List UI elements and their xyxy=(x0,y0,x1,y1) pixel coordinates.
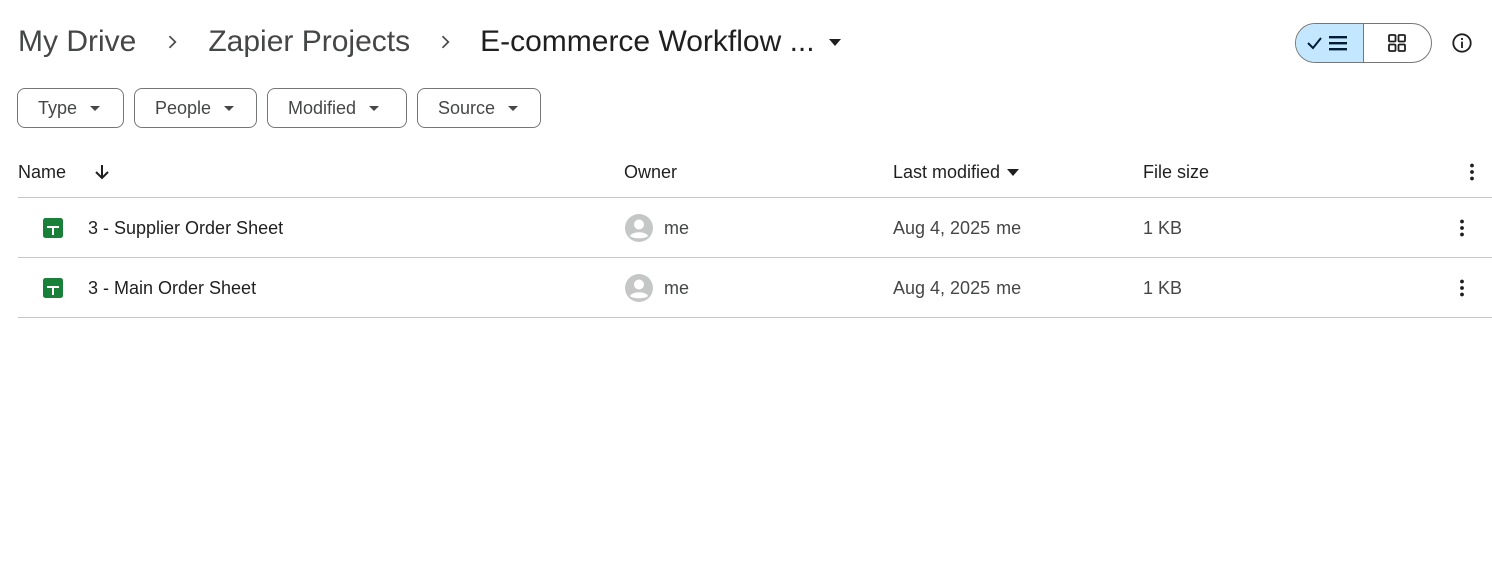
avatar-icon xyxy=(625,274,653,302)
more-vert-icon xyxy=(1460,219,1464,237)
column-header-owner: Owner xyxy=(624,161,678,182)
breadcrumb-zapier-projects[interactable]: Zapier Projects xyxy=(208,25,410,59)
chevron-right-icon xyxy=(136,20,208,64)
folder-actions-dropdown[interactable] xyxy=(815,20,855,64)
caret-down-icon xyxy=(90,106,101,111)
breadcrumb-my-drive[interactable]: My Drive xyxy=(18,25,136,59)
column-header-file-size: File size xyxy=(1143,161,1210,182)
drive-header: My Drive Zapier Projects E-commerce Work… xyxy=(0,0,1492,84)
file-list-header: Name Owner Last modified File size xyxy=(18,146,1492,198)
caret-down-icon xyxy=(828,39,841,46)
owner-cell: me xyxy=(624,258,689,318)
grid-icon xyxy=(1388,34,1407,52)
layout-toggle xyxy=(1295,23,1432,63)
modified-date: Aug 4, 2025 xyxy=(893,277,991,298)
caret-down-icon xyxy=(369,106,380,111)
more-vert-icon xyxy=(1470,163,1474,181)
column-options-button[interactable] xyxy=(1452,152,1492,192)
file-name-cell: 3 - Main Order Sheet xyxy=(42,258,256,318)
owner-name: me xyxy=(664,217,690,238)
list-layout-button[interactable] xyxy=(1296,24,1364,62)
chevron-right-icon xyxy=(410,20,480,64)
filter-chip-label: Source xyxy=(438,97,496,118)
row-actions-button[interactable] xyxy=(1442,208,1482,248)
filter-chip-label: People xyxy=(155,97,212,118)
caret-down-icon xyxy=(1007,169,1020,176)
modified-by: me xyxy=(996,277,1022,298)
file-name-cell: 3 - Supplier Order Sheet xyxy=(42,198,283,258)
table-row[interactable]: 3 - Supplier Order Sheet me Aug 4, 2025 … xyxy=(18,198,1492,258)
column-header-last-modified[interactable]: Last modified xyxy=(893,146,1020,198)
info-icon xyxy=(1452,33,1472,53)
modified-date: Aug 4, 2025 xyxy=(893,217,991,238)
row-actions-button[interactable] xyxy=(1442,268,1482,308)
caret-down-icon xyxy=(224,106,235,111)
file-list: Name Owner Last modified File size 3 - S… xyxy=(18,146,1492,318)
filter-chip-label: Type xyxy=(38,97,78,118)
grid-layout-button[interactable] xyxy=(1364,24,1432,62)
arrow-down-icon[interactable] xyxy=(92,162,112,182)
breadcrumb: My Drive Zapier Projects E-commerce Work… xyxy=(18,20,855,64)
details-button[interactable] xyxy=(1442,23,1482,63)
last-modified-cell: Aug 4, 2025 me xyxy=(893,258,1021,318)
owner-cell: me xyxy=(624,198,689,258)
column-header-name: Name xyxy=(18,146,112,198)
caret-down-icon xyxy=(508,106,519,111)
filter-chip-label: Modified xyxy=(288,97,357,118)
filter-chip-type[interactable]: Type xyxy=(17,88,124,128)
filter-chip-people[interactable]: People xyxy=(134,88,257,128)
file-size-cell: 1 KB xyxy=(1143,277,1183,298)
file-name: 3 - Main Order Sheet xyxy=(88,277,257,298)
check-list-icon xyxy=(1307,36,1348,51)
google-sheets-icon xyxy=(43,218,63,238)
modified-by: me xyxy=(996,217,1022,238)
filter-chip-source[interactable]: Source xyxy=(417,88,541,128)
avatar-icon xyxy=(625,214,653,242)
owner-name: me xyxy=(664,277,690,298)
filter-bar: Type People Modified Source xyxy=(17,88,541,128)
column-header-name-label[interactable]: Name xyxy=(18,162,66,183)
table-row[interactable]: 3 - Main Order Sheet me Aug 4, 2025 me 1… xyxy=(18,258,1492,318)
column-header-last-modified-label: Last modified xyxy=(893,161,1001,182)
last-modified-cell: Aug 4, 2025 me xyxy=(893,198,1021,258)
file-size-cell: 1 KB xyxy=(1143,217,1183,238)
filter-chip-modified[interactable]: Modified xyxy=(267,88,407,128)
file-name: 3 - Supplier Order Sheet xyxy=(88,217,284,238)
google-sheets-icon xyxy=(43,278,63,298)
more-vert-icon xyxy=(1460,279,1464,297)
breadcrumb-current-folder[interactable]: E-commerce Workflow ... xyxy=(480,25,815,59)
